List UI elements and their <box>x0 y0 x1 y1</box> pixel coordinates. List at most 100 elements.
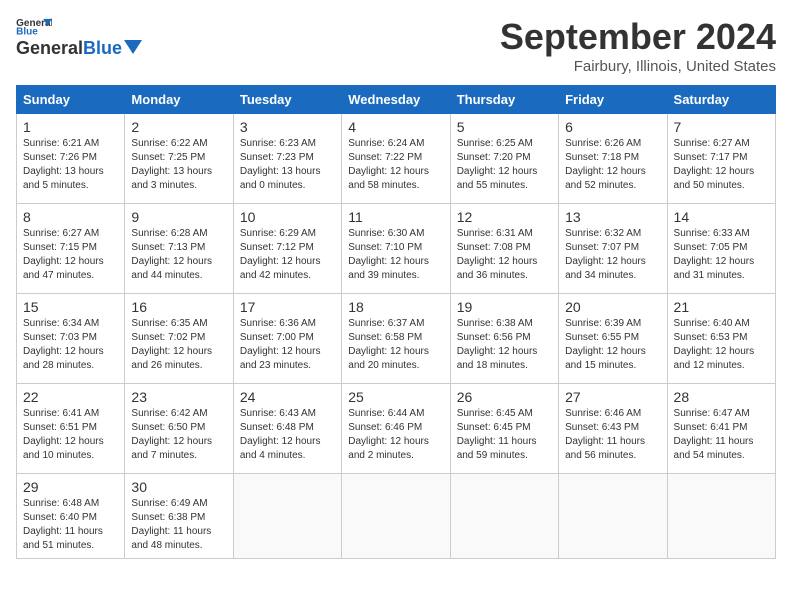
col-thursday: Thursday <box>450 86 558 114</box>
day-info: Sunrise: 6:40 AMSunset: 6:53 PMDaylight:… <box>674 317 769 373</box>
day-info: Sunrise: 6:29 AMSunset: 7:12 PMDaylight:… <box>240 227 335 283</box>
day-info: Sunrise: 6:32 AMSunset: 7:07 PMDaylight:… <box>565 227 660 283</box>
calendar-cell: 23Sunrise: 6:42 AMSunset: 6:50 PMDayligh… <box>125 384 233 474</box>
page-header: General Blue General Blue September 2024… <box>16 16 776 75</box>
calendar-cell: 11Sunrise: 6:30 AMSunset: 7:10 PMDayligh… <box>342 204 450 294</box>
calendar-cell: 26 Sunrise: 6:45 AMSunset: 6:45 PMDayligh… <box>450 384 558 474</box>
logo-text-general: General <box>16 38 83 59</box>
calendar-cell: 3 Sunrise: 6:23 AMSunset: 7:23 PMDaylight… <box>233 114 341 204</box>
calendar-cell: 7 Sunrise: 6:27 AMSunset: 7:17 PMDaylight… <box>667 114 775 204</box>
calendar-cell: 8 Sunrise: 6:27 AMSunset: 7:15 PMDaylight… <box>17 204 125 294</box>
day-number: 2 <box>131 119 226 135</box>
calendar-week-3: 15 Sunrise: 6:34 AMSunset: 7:03 PMDayligh… <box>17 294 776 384</box>
title-block: September 2024 Fairbury, Illinois, Unite… <box>500 16 776 75</box>
day-number: 19 <box>457 299 552 315</box>
day-number: 30 <box>131 479 226 495</box>
day-number: 5 <box>457 119 552 135</box>
logo-text-blue: Blue <box>83 38 122 59</box>
calendar-cell: 10 Sunrise: 6:29 AMSunset: 7:12 PMDayligh… <box>233 204 341 294</box>
day-number: 27 <box>565 389 660 405</box>
calendar-cell: 27Sunrise: 6:46 AMSunset: 6:43 PMDayligh… <box>559 384 667 474</box>
calendar-cell <box>450 474 558 559</box>
day-info: Sunrise: 6:22 AMSunset: 7:25 PMDaylight:… <box>131 137 226 193</box>
day-number: 18 <box>348 299 443 315</box>
day-number: 28 <box>674 389 769 405</box>
day-info: Sunrise: 6:26 AMSunset: 7:18 PMDaylight:… <box>565 137 660 193</box>
calendar-cell: 22 Sunrise: 6:41 AMSunset: 6:51 PMDayligh… <box>17 384 125 474</box>
svg-text:Blue: Blue <box>16 27 38 36</box>
day-info: Sunrise: 6:37 AMSunset: 6:58 PMDaylight:… <box>348 317 443 373</box>
day-number: 26 <box>457 389 552 405</box>
day-info: Sunrise: 6:31 AMSunset: 7:08 PMDaylight:… <box>457 227 552 283</box>
day-info: Sunrise: 6:45 AMSunset: 6:45 PMDaylight:… <box>457 407 552 463</box>
day-number: 1 <box>23 119 118 135</box>
calendar-cell: 16 Sunrise: 6:35 AMSunset: 7:02 PMDayligh… <box>125 294 233 384</box>
calendar-cell: 19 Sunrise: 6:38 AMSunset: 6:56 PMDayligh… <box>450 294 558 384</box>
day-info: Sunrise: 6:47 AMSunset: 6:41 PMDaylight:… <box>674 407 769 463</box>
col-friday: Friday <box>559 86 667 114</box>
day-number: 25 <box>348 389 443 405</box>
day-info: Sunrise: 6:27 AMSunset: 7:17 PMDaylight:… <box>674 137 769 193</box>
day-number: 14 <box>674 209 769 225</box>
calendar-cell: 17 Sunrise: 6:36 AMSunset: 7:00 PMDayligh… <box>233 294 341 384</box>
calendar-week-2: 8 Sunrise: 6:27 AMSunset: 7:15 PMDaylight… <box>17 204 776 294</box>
calendar-cell: 1 Sunrise: 6:21 AMSunset: 7:26 PMDaylight… <box>17 114 125 204</box>
day-number: 21 <box>674 299 769 315</box>
day-info: Sunrise: 6:39 AMSunset: 6:55 PMDaylight:… <box>565 317 660 373</box>
calendar-week-1: 1 Sunrise: 6:21 AMSunset: 7:26 PMDaylight… <box>17 114 776 204</box>
calendar-cell: 28 Sunrise: 6:47 AMSunset: 6:41 PMDayligh… <box>667 384 775 474</box>
calendar-cell: 21 Sunrise: 6:40 AMSunset: 6:53 PMDayligh… <box>667 294 775 384</box>
day-number: 20 <box>565 299 660 315</box>
calendar-cell: 6Sunrise: 6:26 AMSunset: 7:18 PMDaylight… <box>559 114 667 204</box>
day-number: 29 <box>23 479 118 495</box>
day-info: Sunrise: 6:27 AMSunset: 7:15 PMDaylight:… <box>23 227 118 283</box>
day-info: Sunrise: 6:23 AMSunset: 7:23 PMDaylight:… <box>240 137 335 193</box>
col-tuesday: Tuesday <box>233 86 341 114</box>
calendar-cell: 29Sunrise: 6:48 AMSunset: 6:40 PMDayligh… <box>17 474 125 559</box>
col-sunday: Sunday <box>17 86 125 114</box>
day-info: Sunrise: 6:34 AMSunset: 7:03 PMDaylight:… <box>23 317 118 373</box>
day-number: 12 <box>457 209 552 225</box>
day-info: Sunrise: 6:35 AMSunset: 7:02 PMDaylight:… <box>131 317 226 373</box>
day-info: Sunrise: 6:36 AMSunset: 7:00 PMDaylight:… <box>240 317 335 373</box>
day-number: 16 <box>131 299 226 315</box>
day-number: 7 <box>674 119 769 135</box>
logo: General Blue General Blue <box>16 16 142 59</box>
calendar-cell: 15 Sunrise: 6:34 AMSunset: 7:03 PMDayligh… <box>17 294 125 384</box>
day-info: Sunrise: 6:49 AMSunset: 6:38 PMDaylight:… <box>131 497 226 553</box>
day-number: 17 <box>240 299 335 315</box>
day-number: 13 <box>565 209 660 225</box>
calendar-cell: 9 Sunrise: 6:28 AMSunset: 7:13 PMDaylight… <box>125 204 233 294</box>
calendar-cell: 2 Sunrise: 6:22 AMSunset: 7:25 PMDaylight… <box>125 114 233 204</box>
day-number: 10 <box>240 209 335 225</box>
calendar-cell: 30 Sunrise: 6:49 AMSunset: 6:38 PMDayligh… <box>125 474 233 559</box>
day-number: 15 <box>23 299 118 315</box>
header-row: Sunday Monday Tuesday Wednesday Thursday… <box>17 86 776 114</box>
day-info: Sunrise: 6:28 AMSunset: 7:13 PMDaylight:… <box>131 227 226 283</box>
logo-arrow-icon <box>124 40 142 54</box>
calendar-cell: 12 Sunrise: 6:31 AMSunset: 7:08 PMDayligh… <box>450 204 558 294</box>
day-info: Sunrise: 6:24 AMSunset: 7:22 PMDaylight:… <box>348 137 443 193</box>
col-saturday: Saturday <box>667 86 775 114</box>
col-monday: Monday <box>125 86 233 114</box>
calendar-cell: 20 Sunrise: 6:39 AMSunset: 6:55 PMDayligh… <box>559 294 667 384</box>
calendar-cell: 25Sunrise: 6:44 AMSunset: 6:46 PMDayligh… <box>342 384 450 474</box>
day-info: Sunrise: 6:30 AMSunset: 7:10 PMDaylight:… <box>348 227 443 283</box>
calendar-week-5: 29Sunrise: 6:48 AMSunset: 6:40 PMDayligh… <box>17 474 776 559</box>
calendar-table: Sunday Monday Tuesday Wednesday Thursday… <box>16 85 776 559</box>
calendar-cell <box>559 474 667 559</box>
month-title: September 2024 <box>500 16 776 58</box>
day-info: Sunrise: 6:38 AMSunset: 6:56 PMDaylight:… <box>457 317 552 373</box>
day-info: Sunrise: 6:41 AMSunset: 6:51 PMDaylight:… <box>23 407 118 463</box>
day-info: Sunrise: 6:25 AMSunset: 7:20 PMDaylight:… <box>457 137 552 193</box>
day-number: 9 <box>131 209 226 225</box>
logo-icon: General Blue <box>16 16 52 36</box>
calendar-cell <box>667 474 775 559</box>
calendar-cell <box>342 474 450 559</box>
day-info: Sunrise: 6:21 AMSunset: 7:26 PMDaylight:… <box>23 137 118 193</box>
day-number: 22 <box>23 389 118 405</box>
day-number: 4 <box>348 119 443 135</box>
day-number: 3 <box>240 119 335 135</box>
day-info: Sunrise: 6:43 AMSunset: 6:48 PMDaylight:… <box>240 407 335 463</box>
day-number: 8 <box>23 209 118 225</box>
